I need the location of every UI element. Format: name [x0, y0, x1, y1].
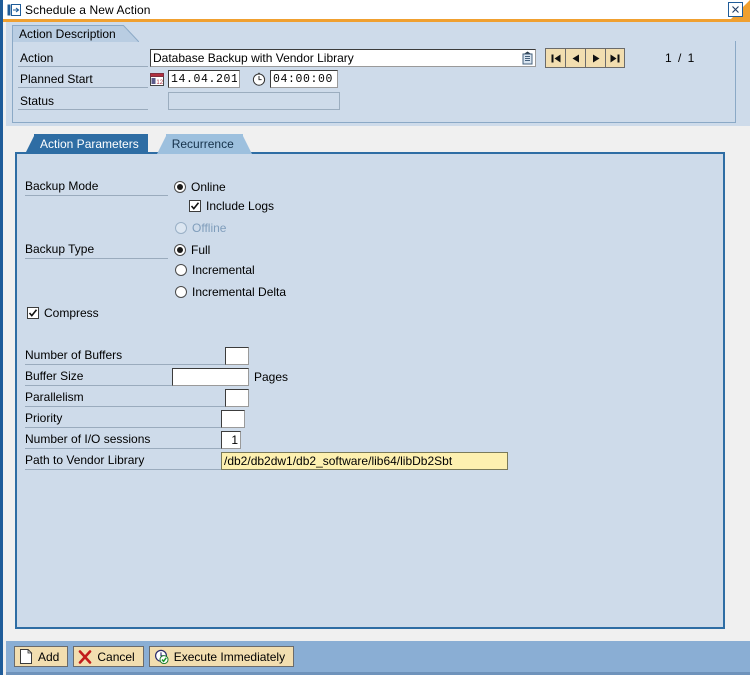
tab-action-parameters-label: Action Parameters [40, 137, 139, 151]
planned-start-time-input[interactable] [270, 70, 338, 88]
nav-last-icon[interactable] [605, 48, 625, 68]
document-icon [19, 649, 33, 664]
radio-incremental-label: Incremental [192, 263, 255, 277]
backup-type-row: Backup Type Full [25, 241, 210, 259]
buffer-size-input[interactable] [172, 368, 249, 386]
add-button-label: Add [38, 650, 59, 664]
window-title: Schedule a New Action [25, 3, 151, 17]
radio-offline-label: Offline [192, 221, 226, 235]
io-sessions-input[interactable] [221, 431, 241, 449]
tab-slope-right [242, 134, 252, 154]
field-row-number-of-buffers: Number of Buffers [25, 347, 249, 365]
svg-text:12: 12 [156, 80, 163, 86]
add-button[interactable]: Add [14, 646, 68, 667]
backup-mode-label: Backup Mode [25, 178, 168, 196]
action-description-section: Action Description Action [6, 22, 750, 126]
action-row: Action [18, 48, 696, 68]
value-help-icon[interactable] [521, 51, 534, 65]
tab-recurrence-label: Recurrence [172, 137, 234, 151]
radio-full[interactable]: Full [174, 243, 210, 257]
execute-button-label: Execute Immediately [174, 650, 285, 664]
execute-immediately-button[interactable]: Execute Immediately [149, 646, 294, 667]
radio-incremental-delta-indicator[interactable] [175, 286, 187, 298]
status-field [168, 92, 340, 110]
field-row-io-sessions: Number of I/O sessions [25, 431, 241, 449]
field-row-buffer-size: Buffer Size Pages [25, 368, 288, 386]
status-label: Status [18, 93, 148, 110]
priority-label: Priority [25, 410, 221, 428]
parallelism-input[interactable] [225, 389, 249, 407]
io-sessions-label: Number of I/O sessions [25, 431, 221, 449]
radio-online-indicator[interactable] [174, 181, 186, 193]
status-row: Status [18, 92, 340, 110]
window-icon [7, 4, 21, 16]
action-description-group-header: Action Description [12, 25, 139, 42]
radio-incremental-delta-label: Incremental Delta [192, 285, 286, 299]
radio-full-indicator[interactable] [174, 244, 186, 256]
include-logs-row[interactable]: Include Logs [189, 199, 274, 213]
radio-full-label: Full [191, 243, 210, 257]
action-parameters-panel: Backup Mode Online Include Logs Offline [15, 152, 725, 629]
record-navigation [545, 48, 625, 68]
nav-prev-icon[interactable] [565, 48, 585, 68]
calendar-icon[interactable]: 12 [150, 72, 166, 86]
buffer-size-label: Buffer Size [25, 368, 172, 386]
include-logs-label: Include Logs [206, 199, 274, 213]
checkbox-compress[interactable] [27, 307, 39, 319]
clock-icon[interactable] [252, 72, 268, 86]
group-header-label: Action Description [19, 27, 116, 41]
compress-label: Compress [44, 306, 99, 320]
number-of-buffers-input[interactable] [225, 347, 249, 365]
radio-offline: Offline [175, 221, 226, 235]
tab-slope-left [25, 134, 35, 154]
title-bar: Schedule a New Action [3, 0, 750, 19]
dialog-window: Schedule a New Action Action Description [0, 0, 750, 675]
dialog-footer: Add Cancel Execute Immediately [6, 641, 750, 672]
radio-online-label: Online [191, 180, 226, 194]
parallelism-label: Parallelism [25, 389, 225, 407]
group-header-slope [123, 25, 139, 42]
planned-start-row: Planned Start 12 [18, 70, 338, 88]
tab-recurrence[interactable]: Recurrence [166, 134, 243, 154]
page-indicator: 1 / 1 [665, 51, 696, 65]
radio-offline-indicator [175, 222, 187, 234]
execute-clock-icon [154, 649, 169, 664]
tab-strip: Action Parameters Recurrence [25, 134, 243, 154]
planned-start-date-input[interactable] [168, 70, 240, 88]
field-row-vendor-library: Path to Vendor Library [25, 452, 508, 470]
cancel-button-label: Cancel [97, 650, 134, 664]
backup-mode-row: Backup Mode Online [25, 178, 226, 196]
vendor-library-label: Path to Vendor Library [25, 452, 221, 470]
cancel-button[interactable]: Cancel [73, 646, 143, 667]
tab-action-parameters[interactable]: Action Parameters [34, 134, 148, 154]
close-icon[interactable] [728, 2, 743, 17]
nav-first-icon[interactable] [545, 48, 565, 68]
radio-incremental-delta[interactable]: Incremental Delta [175, 285, 286, 299]
compress-row[interactable]: Compress [27, 306, 99, 320]
nav-next-icon[interactable] [585, 48, 605, 68]
vendor-library-input[interactable] [221, 452, 508, 470]
action-label: Action [18, 50, 148, 67]
field-row-priority: Priority [25, 410, 245, 428]
field-row-parallelism: Parallelism [25, 389, 249, 407]
radio-incremental[interactable]: Incremental [175, 263, 255, 277]
number-of-buffers-label: Number of Buffers [25, 347, 225, 365]
radio-online[interactable]: Online [174, 180, 226, 194]
planned-start-label: Planned Start [18, 71, 148, 88]
checkbox-include-logs[interactable] [189, 200, 201, 212]
action-input[interactable] [150, 49, 536, 67]
priority-input[interactable] [221, 410, 245, 428]
backup-type-label: Backup Type [25, 241, 168, 259]
cancel-x-icon [78, 650, 92, 664]
radio-incremental-indicator[interactable] [175, 264, 187, 276]
tab-slope-left-2 [157, 134, 167, 154]
buffer-size-unit: Pages [254, 370, 288, 384]
